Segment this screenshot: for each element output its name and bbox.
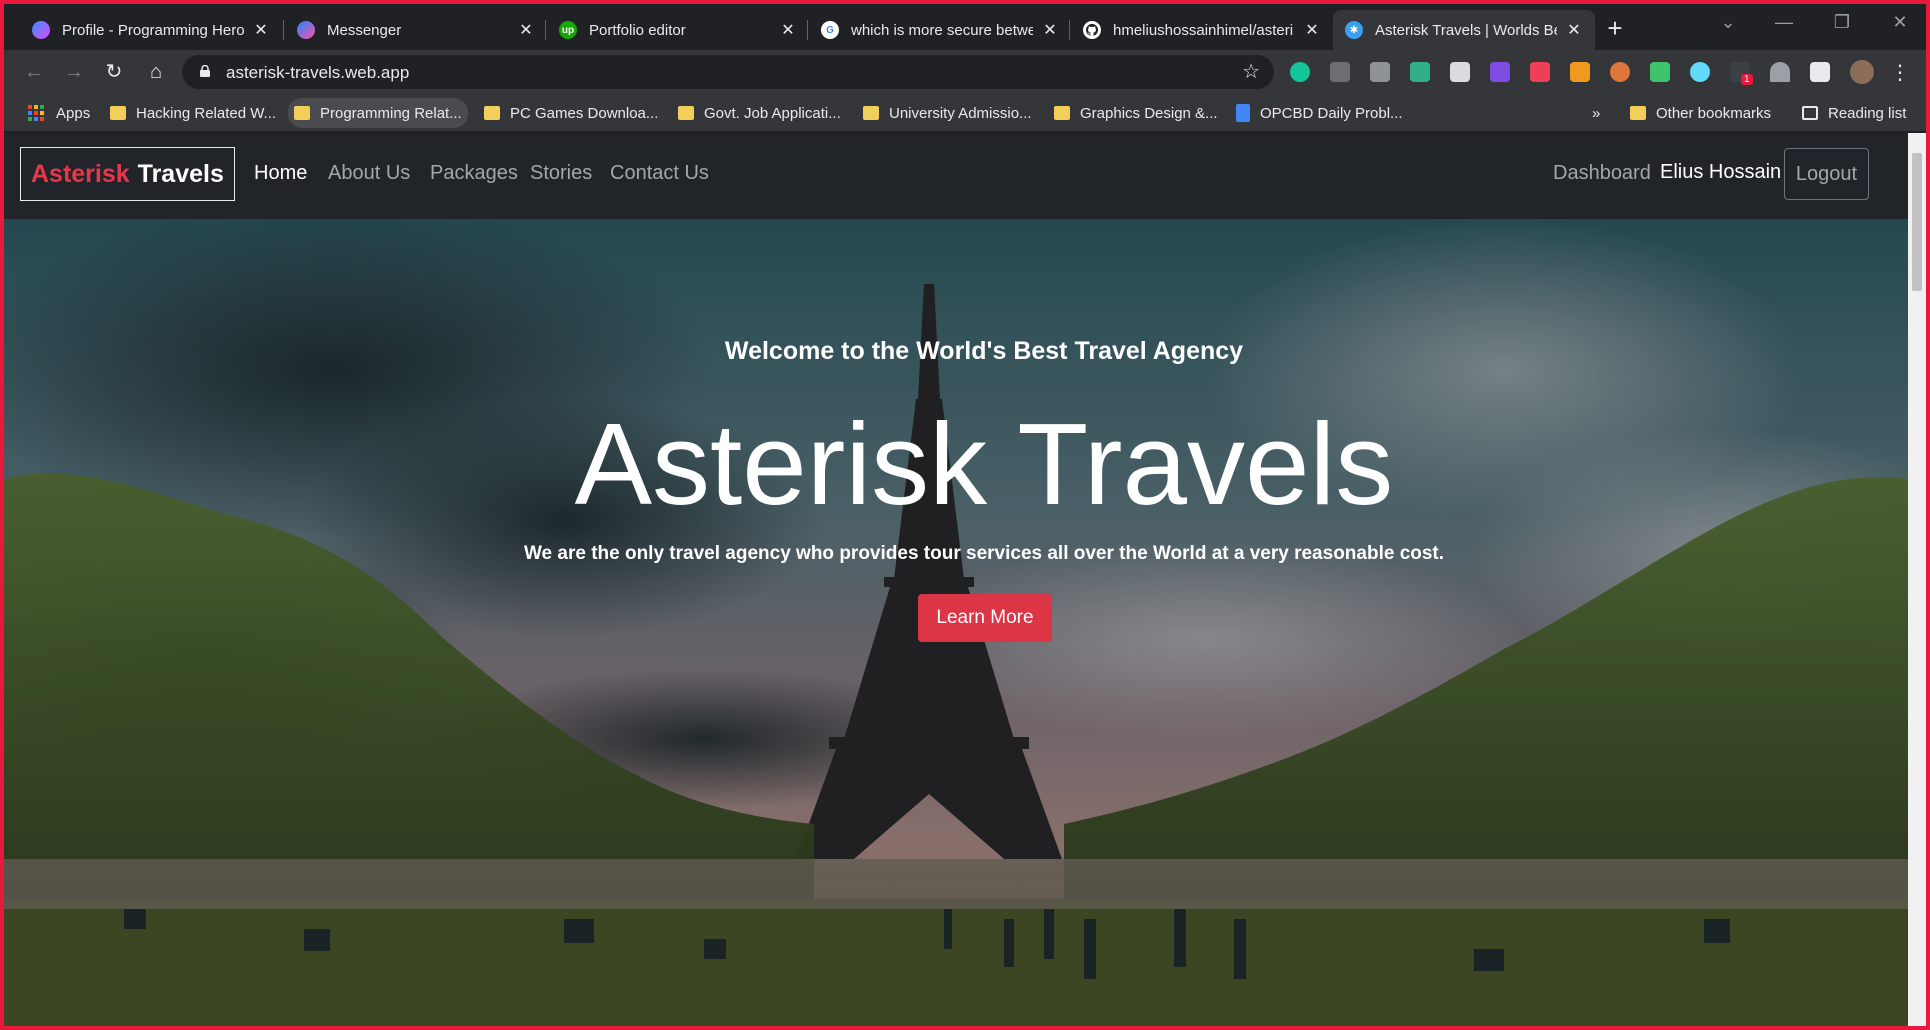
- home-icon[interactable]: ⌂: [142, 58, 170, 86]
- apps-grid-icon: [28, 105, 44, 121]
- counter-ext-icon[interactable]: 1: [1730, 62, 1753, 85]
- close-icon[interactable]: ✕: [1565, 20, 1583, 40]
- folder-icon: [110, 106, 126, 120]
- camera-icon[interactable]: [1370, 62, 1390, 82]
- nav-packages[interactable]: Packages: [430, 162, 518, 185]
- messenger-icon: [297, 21, 315, 39]
- tab-search-icon[interactable]: ⌄: [1708, 12, 1748, 33]
- extension-badge: 1: [1741, 74, 1753, 85]
- reading-list[interactable]: Reading list: [1796, 98, 1912, 128]
- reading-list-icon: [1802, 106, 1818, 120]
- address-bar[interactable]: asterisk-travels.web.app ☆: [182, 55, 1274, 89]
- bookmark-folder[interactable]: PC Games Downloa...: [478, 98, 664, 128]
- grammarly-icon[interactable]: [1290, 62, 1310, 82]
- reload-icon[interactable]: ↻: [100, 58, 128, 86]
- restore-icon[interactable]: ❐: [1822, 12, 1862, 33]
- bookmark-folder[interactable]: Hacking Related W...: [104, 98, 282, 128]
- tab-programming-hero[interactable]: Profile - Programming Hero ✕: [20, 10, 282, 50]
- honey-icon[interactable]: [1570, 62, 1590, 82]
- profile-avatar-icon[interactable]: [1850, 60, 1874, 84]
- close-icon[interactable]: ✕: [1041, 20, 1059, 40]
- close-icon[interactable]: ✕: [252, 20, 270, 40]
- close-window-icon[interactable]: ✕: [1880, 12, 1920, 33]
- hero-tagline: We are the only travel agency who provid…: [523, 543, 1445, 564]
- other-bookmarks[interactable]: Other bookmarks: [1624, 98, 1777, 128]
- nav-about-us[interactable]: About Us: [328, 162, 410, 185]
- folder-icon: [1630, 106, 1646, 120]
- logout-button[interactable]: Logout: [1784, 148, 1869, 200]
- browser-window: Profile - Programming Hero ✕ Messenger ✕…: [4, 4, 1926, 1026]
- folder-icon: [1054, 106, 1070, 120]
- close-icon[interactable]: ✕: [517, 20, 535, 40]
- bookmark-folder[interactable]: Govt. Job Applicati...: [672, 98, 847, 128]
- bookmarks-bar: Apps Hacking Related W... Programming Re…: [4, 94, 1926, 132]
- bookmark-apps[interactable]: Apps: [22, 98, 96, 128]
- nav-home[interactable]: Home: [254, 162, 307, 185]
- site-logo[interactable]: Asterisk Travels: [20, 147, 235, 201]
- google-icon: G: [821, 21, 839, 39]
- tab-messenger[interactable]: Messenger ✕: [285, 10, 547, 50]
- bookmark-folder[interactable]: University Admissio...: [857, 98, 1038, 128]
- window-ext-icon[interactable]: [1450, 62, 1470, 82]
- pocket-icon[interactable]: [1530, 62, 1550, 82]
- google-docs-icon: [1236, 104, 1250, 122]
- hero-section: Welcome to the World's Best Travel Agenc…: [4, 219, 1908, 1026]
- back-icon[interactable]: ←: [20, 58, 48, 86]
- close-icon[interactable]: ✕: [779, 20, 797, 40]
- cookie-icon[interactable]: [1610, 62, 1630, 82]
- folder-icon: [678, 106, 694, 120]
- mail-ext-icon[interactable]: [1410, 62, 1430, 82]
- tab-portfolio-editor[interactable]: up Portfolio editor ✕: [547, 10, 809, 50]
- react-devtools-icon[interactable]: [1690, 62, 1710, 82]
- folder-icon: [863, 106, 879, 120]
- bookmark-doc[interactable]: OPCBD Daily Probl...: [1230, 98, 1409, 128]
- folder-icon: [484, 106, 500, 120]
- tab-google-search[interactable]: G which is more secure betwe ✕: [809, 10, 1071, 50]
- bookmark-folder[interactable]: Programming Relat...: [288, 98, 468, 128]
- scrollbar-thumb[interactable]: [1912, 153, 1922, 291]
- url-text[interactable]: asterisk-travels.web.app: [226, 63, 409, 83]
- asterisk-icon: ✱: [1345, 21, 1363, 39]
- arc-ext-icon[interactable]: [1770, 62, 1790, 82]
- tab-strip: Profile - Programming Hero ✕ Messenger ✕…: [4, 4, 1926, 50]
- folder-icon: [294, 106, 310, 120]
- nav-dashboard[interactable]: Dashboard: [1553, 162, 1651, 185]
- extensions-puzzle-icon[interactable]: [1810, 62, 1830, 82]
- bookmarks-overflow-icon[interactable]: »: [1586, 98, 1606, 128]
- programming-hero-icon: [32, 21, 50, 39]
- hero-title: Asterisk Travels: [574, 399, 1394, 529]
- bookmark-star-icon[interactable]: ☆: [1242, 59, 1260, 84]
- page-scrollbar[interactable]: [1908, 133, 1926, 1026]
- hero-welcome-text: Welcome to the World's Best Travel Agenc…: [724, 337, 1244, 365]
- facebook-ext-icon[interactable]: [1330, 62, 1350, 82]
- nav-contact-us[interactable]: Contact Us: [610, 162, 709, 185]
- nav-stories[interactable]: Stories: [530, 162, 592, 185]
- puzzle-x-icon[interactable]: [1490, 62, 1510, 82]
- lock-icon[interactable]: [200, 65, 210, 77]
- site-navbar: Asterisk Travels Home About Us Packages …: [4, 133, 1908, 219]
- upwork-icon: up: [559, 21, 577, 39]
- github-icon: [1083, 21, 1101, 39]
- minimize-icon[interactable]: —: [1764, 12, 1804, 33]
- new-tab-button[interactable]: +: [1600, 14, 1630, 44]
- browser-toolbar: ← → ↻ ⌂ asterisk-travels.web.app ☆ 1 ⋮: [4, 50, 1926, 94]
- user-name: Elius Hossain: [1660, 161, 1782, 183]
- learn-more-button[interactable]: Learn More: [918, 594, 1052, 642]
- forward-icon[interactable]: →: [60, 58, 88, 86]
- page-viewport: Asterisk Travels Home About Us Packages …: [4, 133, 1926, 1026]
- bookmark-folder[interactable]: Graphics Design &...: [1048, 98, 1224, 128]
- tab-github[interactable]: hmeliushossainhimel/asteri ✕: [1071, 10, 1333, 50]
- tab-asterisk-travels[interactable]: ✱ Asterisk Travels | Worlds Be ✕: [1333, 10, 1595, 50]
- more-menu-icon[interactable]: ⋮: [1890, 60, 1910, 85]
- close-icon[interactable]: ✕: [1303, 20, 1321, 40]
- rupee-ext-icon[interactable]: [1650, 62, 1670, 82]
